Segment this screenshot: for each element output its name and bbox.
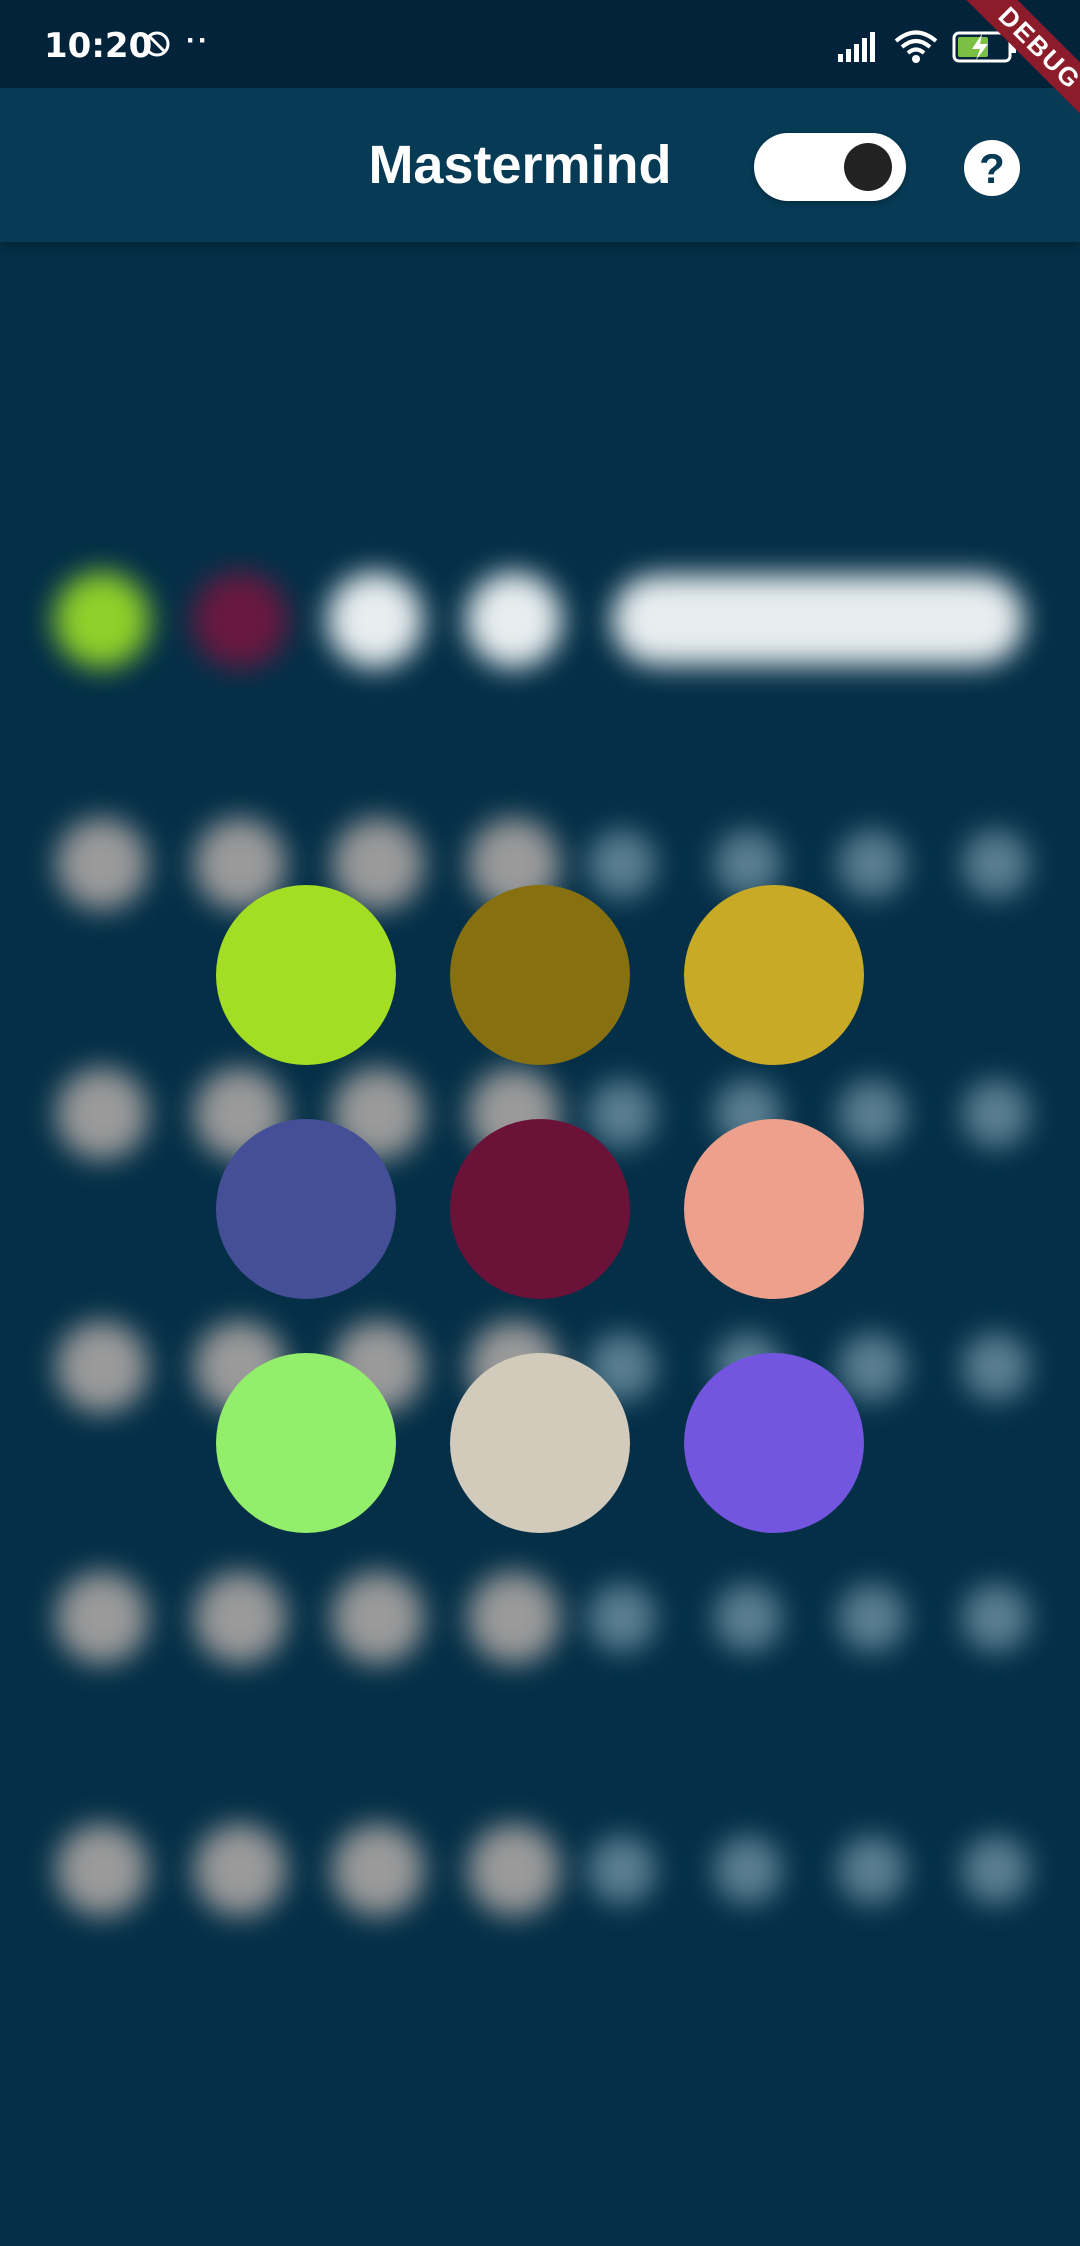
- color-swatch-color-olive[interactable]: [450, 885, 630, 1065]
- color-swatch-color-salmon[interactable]: [684, 1119, 864, 1299]
- color-picker: [0, 0, 1080, 2246]
- color-swatch-color-indigo[interactable]: [216, 1119, 396, 1299]
- color-swatch-color-beige[interactable]: [450, 1353, 630, 1533]
- color-swatch-color-maroon[interactable]: [450, 1119, 630, 1299]
- color-swatch-color-lightgreen[interactable]: [216, 1353, 396, 1533]
- color-swatch-color-violet[interactable]: [684, 1353, 864, 1533]
- color-swatch-color-yellowgreen[interactable]: [216, 885, 396, 1065]
- screen: 10:20 ·· Mastermind ? DEBUG: [0, 0, 1080, 2246]
- color-swatch-color-gold[interactable]: [684, 885, 864, 1065]
